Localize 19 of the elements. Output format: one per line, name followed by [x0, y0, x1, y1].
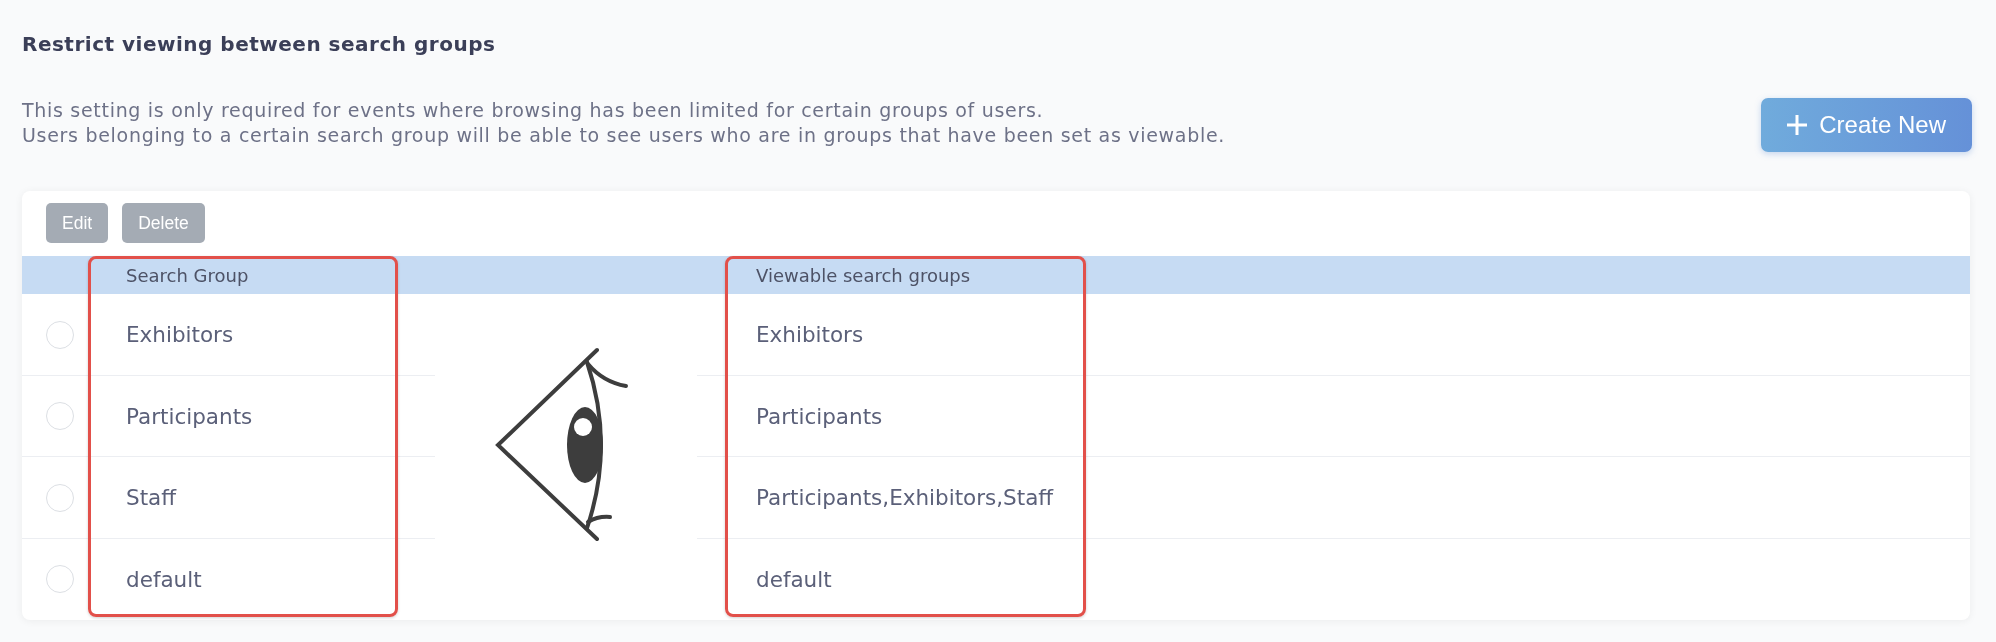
table-cell: Exhibitors — [756, 322, 864, 348]
plus-icon — [1787, 115, 1808, 135]
radio-button[interactable] — [46, 565, 74, 594]
radio-button[interactable] — [46, 320, 74, 349]
table-cell: Participants — [126, 403, 253, 429]
radio-button[interactable] — [46, 402, 74, 431]
radio-button[interactable] — [46, 483, 74, 512]
description-text: This setting is only required for events where browsing has been limited for certain groups of users. — [22, 98, 1044, 123]
table-cell: Exhibitors — [126, 322, 234, 348]
table-cell: default — [126, 566, 202, 592]
table-cell: Participants,Exhibitors,Staff — [756, 485, 1054, 511]
description-text: Users belonging to a certain search group will be able to see users who are in groups that have been set as viewable. — [22, 123, 1226, 148]
column-header[interactable]: Viewable search groups — [756, 264, 971, 286]
table-cell: default — [756, 566, 832, 592]
column-header[interactable]: Search Group — [126, 264, 249, 286]
table-cell: Staff — [126, 485, 177, 511]
section-title: Restrict viewing between search groups — [22, 32, 497, 56]
table-cell: Participants — [756, 403, 883, 429]
create-new-button[interactable]: Create New — [1761, 98, 1972, 152]
